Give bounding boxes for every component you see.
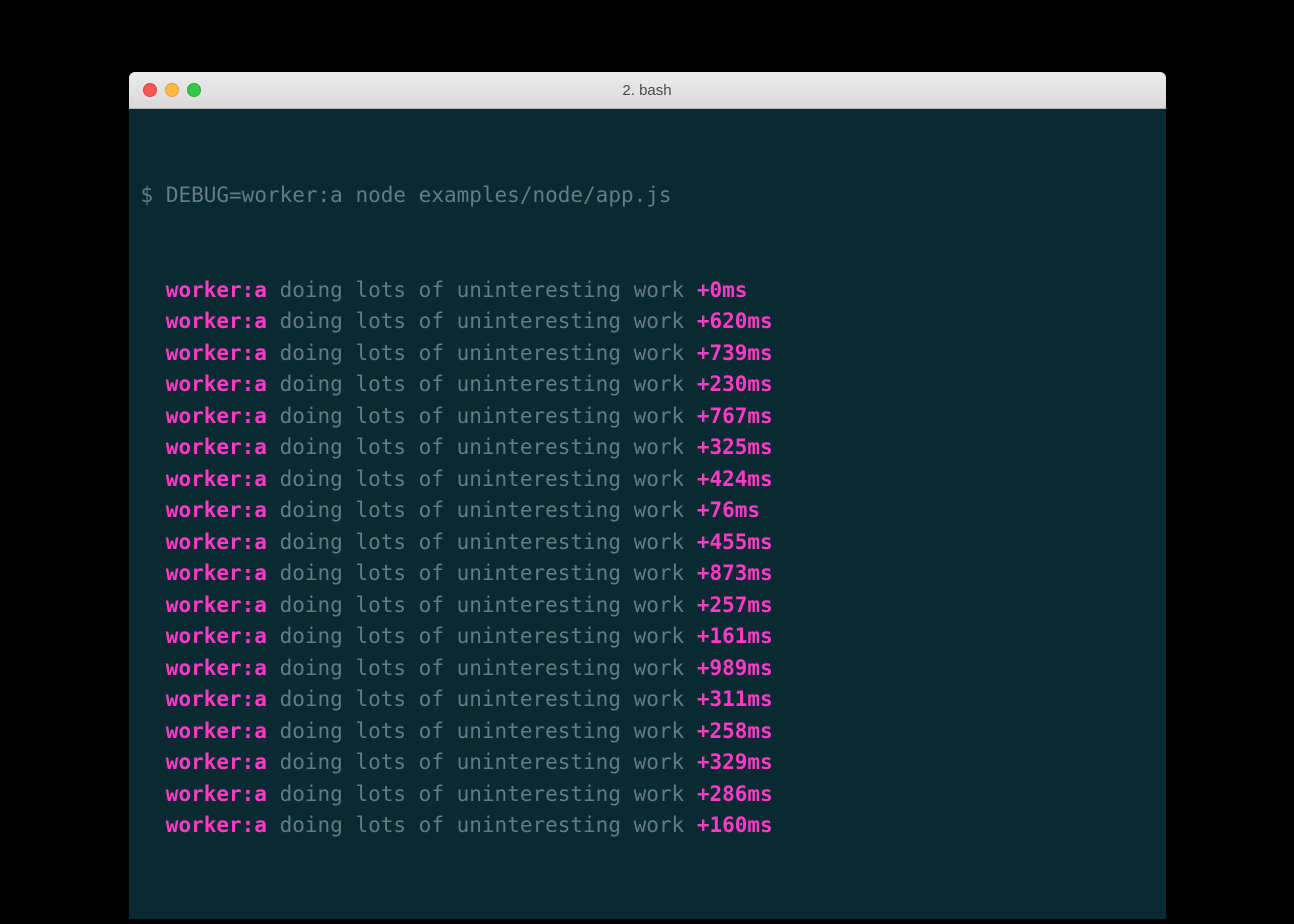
log-timing: +286ms xyxy=(697,782,773,806)
log-namespace: worker:a xyxy=(166,593,267,617)
log-message: doing lots of uninteresting work xyxy=(280,719,685,743)
log-line: worker:a doing lots of uninteresting wor… xyxy=(141,338,1154,370)
log-timing: +739ms xyxy=(697,341,773,365)
log-namespace: worker:a xyxy=(166,624,267,648)
command-line: $ DEBUG=worker:a node examples/node/app.… xyxy=(141,180,1154,212)
log-timing: +455ms xyxy=(697,530,773,554)
log-timing: +989ms xyxy=(697,656,773,680)
log-line: worker:a doing lots of uninteresting wor… xyxy=(141,779,1154,811)
log-line: worker:a doing lots of uninteresting wor… xyxy=(141,684,1154,716)
log-timing: +161ms xyxy=(697,624,773,648)
log-timing: +76ms xyxy=(697,498,760,522)
log-timing: +311ms xyxy=(697,687,773,711)
log-line: worker:a doing lots of uninteresting wor… xyxy=(141,495,1154,527)
prompt-symbol: $ xyxy=(141,183,154,207)
log-timing: +258ms xyxy=(697,719,773,743)
command-text: DEBUG=worker:a node examples/node/app.js xyxy=(166,183,672,207)
log-message: doing lots of uninteresting work xyxy=(280,624,685,648)
log-namespace: worker:a xyxy=(166,687,267,711)
log-timing: +0ms xyxy=(697,278,748,302)
log-line: worker:a doing lots of uninteresting wor… xyxy=(141,401,1154,433)
log-message: doing lots of uninteresting work xyxy=(280,372,685,396)
log-namespace: worker:a xyxy=(166,467,267,491)
log-line: worker:a doing lots of uninteresting wor… xyxy=(141,590,1154,622)
log-message: doing lots of uninteresting work xyxy=(280,309,685,333)
log-namespace: worker:a xyxy=(166,813,267,837)
log-message: doing lots of uninteresting work xyxy=(280,498,685,522)
close-button[interactable] xyxy=(143,83,157,97)
log-timing: +767ms xyxy=(697,404,773,428)
traffic-lights xyxy=(129,83,201,97)
log-message: doing lots of uninteresting work xyxy=(280,687,685,711)
log-namespace: worker:a xyxy=(166,782,267,806)
log-message: doing lots of uninteresting work xyxy=(280,467,685,491)
log-message: doing lots of uninteresting work xyxy=(280,656,685,680)
window-title: 2. bash xyxy=(129,82,1166,99)
log-message: doing lots of uninteresting work xyxy=(280,561,685,585)
log-namespace: worker:a xyxy=(166,278,267,302)
terminal-body[interactable]: $ DEBUG=worker:a node examples/node/app.… xyxy=(129,109,1166,919)
terminal-window: 2. bash $ DEBUG=worker:a node examples/n… xyxy=(129,72,1166,919)
log-timing: +873ms xyxy=(697,561,773,585)
log-namespace: worker:a xyxy=(166,435,267,459)
log-message: doing lots of uninteresting work xyxy=(280,278,685,302)
log-timing: +329ms xyxy=(697,750,773,774)
log-line: worker:a doing lots of uninteresting wor… xyxy=(141,716,1154,748)
log-namespace: worker:a xyxy=(166,372,267,396)
log-timing: +325ms xyxy=(697,435,773,459)
log-namespace: worker:a xyxy=(166,498,267,522)
log-namespace: worker:a xyxy=(166,341,267,365)
log-timing: +160ms xyxy=(697,813,773,837)
log-namespace: worker:a xyxy=(166,750,267,774)
log-timing: +424ms xyxy=(697,467,773,491)
log-timing: +257ms xyxy=(697,593,773,617)
log-line: worker:a doing lots of uninteresting wor… xyxy=(141,747,1154,779)
log-message: doing lots of uninteresting work xyxy=(280,435,685,459)
log-namespace: worker:a xyxy=(166,404,267,428)
log-line: worker:a doing lots of uninteresting wor… xyxy=(141,369,1154,401)
minimize-button[interactable] xyxy=(165,83,179,97)
log-line: worker:a doing lots of uninteresting wor… xyxy=(141,275,1154,307)
log-timing: +620ms xyxy=(697,309,773,333)
log-namespace: worker:a xyxy=(166,561,267,585)
log-line: worker:a doing lots of uninteresting wor… xyxy=(141,432,1154,464)
log-namespace: worker:a xyxy=(166,530,267,554)
log-line: worker:a doing lots of uninteresting wor… xyxy=(141,306,1154,338)
log-message: doing lots of uninteresting work xyxy=(280,530,685,554)
log-namespace: worker:a xyxy=(166,656,267,680)
titlebar[interactable]: 2. bash xyxy=(129,72,1166,109)
log-namespace: worker:a xyxy=(166,309,267,333)
log-message: doing lots of uninteresting work xyxy=(280,404,685,428)
log-namespace: worker:a xyxy=(166,719,267,743)
log-message: doing lots of uninteresting work xyxy=(280,750,685,774)
log-line: worker:a doing lots of uninteresting wor… xyxy=(141,527,1154,559)
log-line: worker:a doing lots of uninteresting wor… xyxy=(141,464,1154,496)
log-message: doing lots of uninteresting work xyxy=(280,593,685,617)
log-line: worker:a doing lots of uninteresting wor… xyxy=(141,810,1154,842)
log-timing: +230ms xyxy=(697,372,773,396)
log-line: worker:a doing lots of uninteresting wor… xyxy=(141,621,1154,653)
maximize-button[interactable] xyxy=(187,83,201,97)
log-line: worker:a doing lots of uninteresting wor… xyxy=(141,653,1154,685)
log-output: worker:a doing lots of uninteresting wor… xyxy=(141,275,1154,842)
log-message: doing lots of uninteresting work xyxy=(280,782,685,806)
log-message: doing lots of uninteresting work xyxy=(280,341,685,365)
log-line: worker:a doing lots of uninteresting wor… xyxy=(141,558,1154,590)
log-message: doing lots of uninteresting work xyxy=(280,813,685,837)
